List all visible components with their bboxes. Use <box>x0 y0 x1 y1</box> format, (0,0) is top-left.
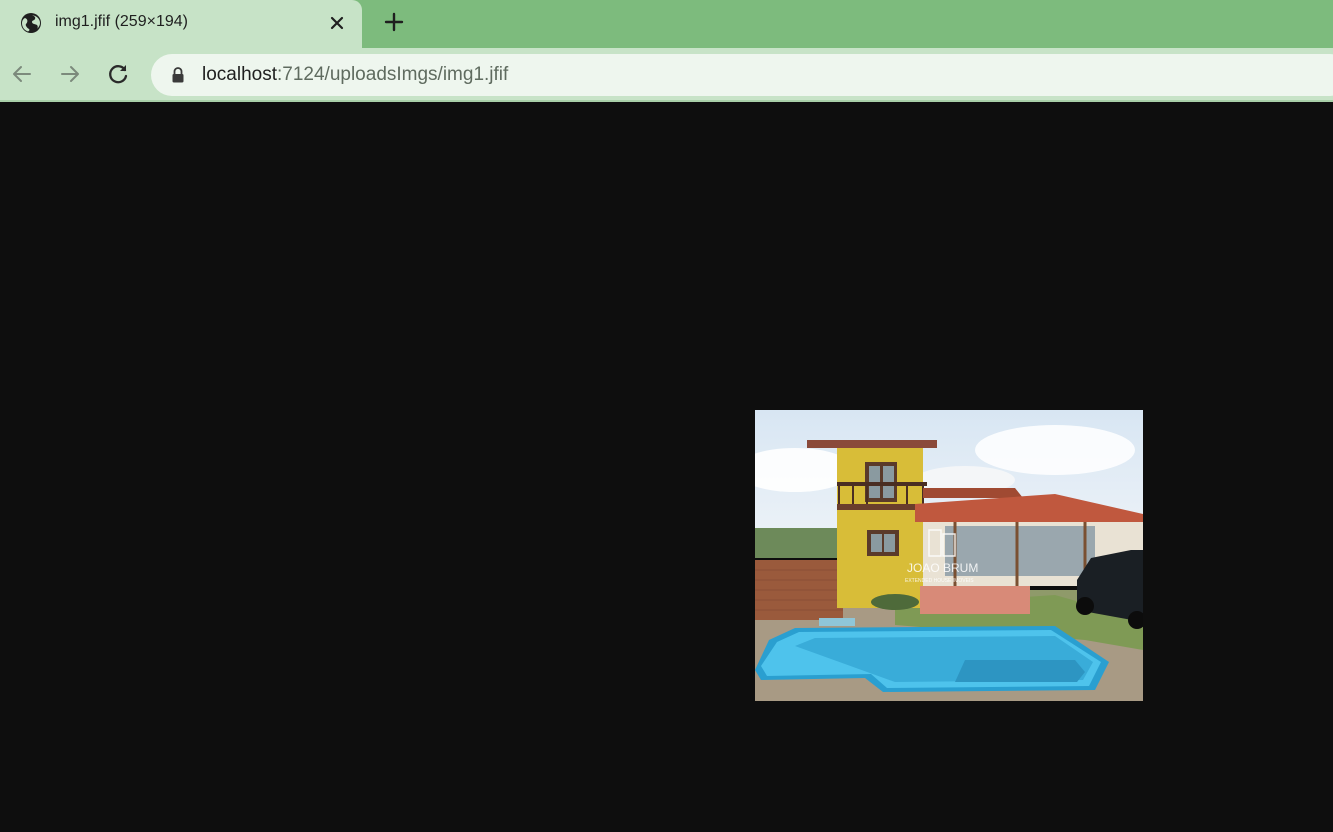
tab-img1[interactable]: img1.jfif (259×194) <box>0 0 362 48</box>
url-text[interactable]: localhost:7124/uploadsImgs/img1.jfif <box>202 64 508 86</box>
globe-icon <box>20 12 42 34</box>
toolbar: localhost:7124/uploadsImgs/img1.jfif <box>0 48 1333 102</box>
tab-strip: img1.jfif (259×194) <box>0 0 1333 48</box>
watermark-line2: EXTENDED HOUSE IMOVEIS <box>905 578 974 584</box>
url-path: :7124/uploadsImgs/img1.jfif <box>277 64 509 85</box>
address-bar[interactable]: localhost:7124/uploadsImgs/img1.jfif <box>151 54 1333 96</box>
browser-window: img1.jfif (259×194) localhost:7124/uploa… <box>0 0 1333 832</box>
reload-icon[interactable] <box>105 61 131 87</box>
arrow-right-icon[interactable] <box>57 61 83 87</box>
arrow-left-icon[interactable] <box>9 61 35 87</box>
plus-icon[interactable] <box>382 10 406 34</box>
page-viewport: JOAO BRUM EXTENDED HOUSE IMOVEIS <box>0 102 1333 832</box>
watermark-line1: JOAO BRUM <box>907 561 978 575</box>
close-icon[interactable] <box>326 12 348 34</box>
lock-icon[interactable] <box>171 67 185 83</box>
displayed-image[interactable]: JOAO BRUM EXTENDED HOUSE IMOVEIS <box>755 410 1143 701</box>
url-host: localhost <box>202 64 277 85</box>
tab-title: img1.jfif (259×194) <box>55 13 188 30</box>
